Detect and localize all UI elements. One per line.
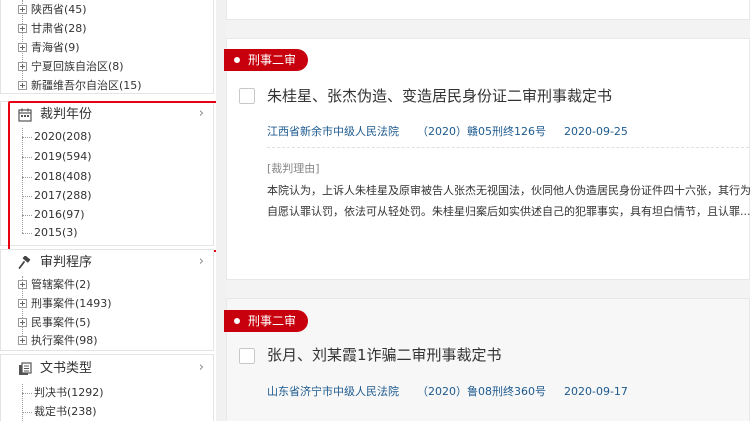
dot-icon [234, 318, 240, 324]
case-type-tag-label: 刑事二审 [248, 53, 297, 67]
chevron-right-icon[interactable]: › [199, 360, 204, 376]
filter-sidebar: 陕西省(45) 甘肃省(28) 青海省(9) 宁夏回族自治区(8) 新疆维吾尔自… [0, 0, 225, 421]
procedure-item-label: 执行案件(98) [31, 334, 98, 347]
procedure-section-title: 审判程序 [40, 255, 93, 270]
region-item-gansu[interactable]: 甘肃省(28) [18, 20, 87, 38]
expand-icon[interactable] [18, 336, 27, 345]
doctype-item-ruling[interactable]: 裁定书(238) [22, 403, 97, 421]
region-item-shaanxi[interactable]: 陕西省(45) [18, 1, 87, 19]
summary-line: 自愿认罪认罚，依法可从轻处罚。朱桂星归案后如实供述自己的犯罪事实，具有坦白情节，… [267, 205, 750, 218]
expand-icon[interactable] [18, 280, 27, 289]
case-type-tag-label: 刑事二审 [248, 314, 297, 328]
region-item-label: 陕西省(45) [31, 3, 87, 16]
judgment-date: 2020-09-17 [564, 385, 628, 398]
chevron-right-icon[interactable]: › [199, 254, 204, 270]
procedure-item-label: 刑事案件(1493) [31, 297, 112, 310]
doctype-section-title: 文书类型 [40, 361, 93, 376]
doctype-item-judgment[interactable]: 判决书(1292) [22, 384, 104, 402]
procedure-item-enforcement[interactable]: 执行案件(98) [18, 332, 98, 350]
region-item-label: 宁夏回族自治区(8) [31, 60, 124, 73]
year-filter-highlight [8, 101, 225, 252]
select-checkbox[interactable] [239, 348, 255, 364]
case-type-tag: 刑事二审 [224, 49, 309, 71]
case-title-link[interactable]: 张月、刘某霞1诈骗二审刑事裁定书 [267, 345, 502, 365]
card-divider [267, 147, 749, 148]
procedure-item-civil[interactable]: 民事案件(5) [18, 314, 91, 332]
summary-line: 本院认为，上诉人朱桂星及原审被告人张杰无视国法，伙同他人伪造居民身份证件四十六张… [267, 184, 750, 197]
court-name[interactable]: 江西省新余市中级人民法院 [267, 125, 399, 138]
case-number: （2020）赣05刑终126号 [417, 125, 546, 138]
expand-icon[interactable] [18, 24, 27, 33]
case-meta: 江西省新余市中级人民法院 （2020）赣05刑终126号 2020-09-25 [267, 125, 646, 139]
region-item-xinjiang[interactable]: 新疆维吾尔自治区(15) [18, 77, 142, 95]
expand-icon[interactable] [18, 43, 27, 52]
case-meta: 山东省济宁市中级人民法院 （2020）鲁08刑终360号 2020-09-17 [267, 385, 646, 399]
doctype-section-header[interactable]: 文书类型 › [0, 356, 214, 382]
expand-icon[interactable] [18, 318, 27, 327]
gavel-icon [18, 256, 31, 269]
expand-icon[interactable] [18, 62, 27, 71]
region-item-label: 青海省(9) [31, 41, 80, 54]
select-checkbox[interactable] [239, 88, 255, 104]
case-title-link[interactable]: 朱桂星、张杰伪造、变造居民身份证二审刑事裁定书 [267, 86, 612, 106]
procedure-item-jurisdiction[interactable]: 管辖案件(2) [18, 276, 91, 294]
region-item-label: 新疆维吾尔自治区(15) [31, 79, 142, 92]
result-card-previous [226, 0, 750, 20]
case-type-tag: 刑事二审 [224, 310, 309, 332]
region-item-qinghai[interactable]: 青海省(9) [18, 39, 80, 57]
results-list: 刑事二审 朱桂星、张杰伪造、变造居民身份证二审刑事裁定书 江西省新余市中级人民法… [224, 0, 750, 421]
region-item-ningxia[interactable]: 宁夏回族自治区(8) [18, 58, 124, 76]
procedure-item-label: 民事案件(5) [31, 316, 91, 329]
procedure-item-label: 管辖案件(2) [31, 278, 91, 291]
result-card: 刑事二审 朱桂星、张杰伪造、变造居民身份证二审刑事裁定书 江西省新余市中级人民法… [224, 38, 750, 280]
procedure-item-criminal[interactable]: 刑事案件(1493) [18, 295, 112, 313]
expand-icon[interactable] [18, 299, 27, 308]
court-name[interactable]: 山东省济宁市中级人民法院 [267, 385, 399, 398]
document-icon [19, 362, 32, 375]
expand-icon[interactable] [18, 5, 27, 14]
dot-icon [234, 57, 240, 63]
reason-label: [裁判理由] [267, 162, 320, 175]
expand-icon[interactable] [18, 81, 27, 90]
case-number: （2020）鲁08刑终360号 [417, 385, 546, 398]
procedure-section-header[interactable]: 审判程序 › [0, 250, 214, 276]
region-item-label: 甘肃省(28) [31, 22, 87, 35]
judgment-date: 2020-09-25 [564, 125, 628, 138]
result-card: 刑事二审 张月、刘某霞1诈骗二审刑事裁定书 山东省济宁市中级人民法院 （2020）… [224, 298, 750, 421]
